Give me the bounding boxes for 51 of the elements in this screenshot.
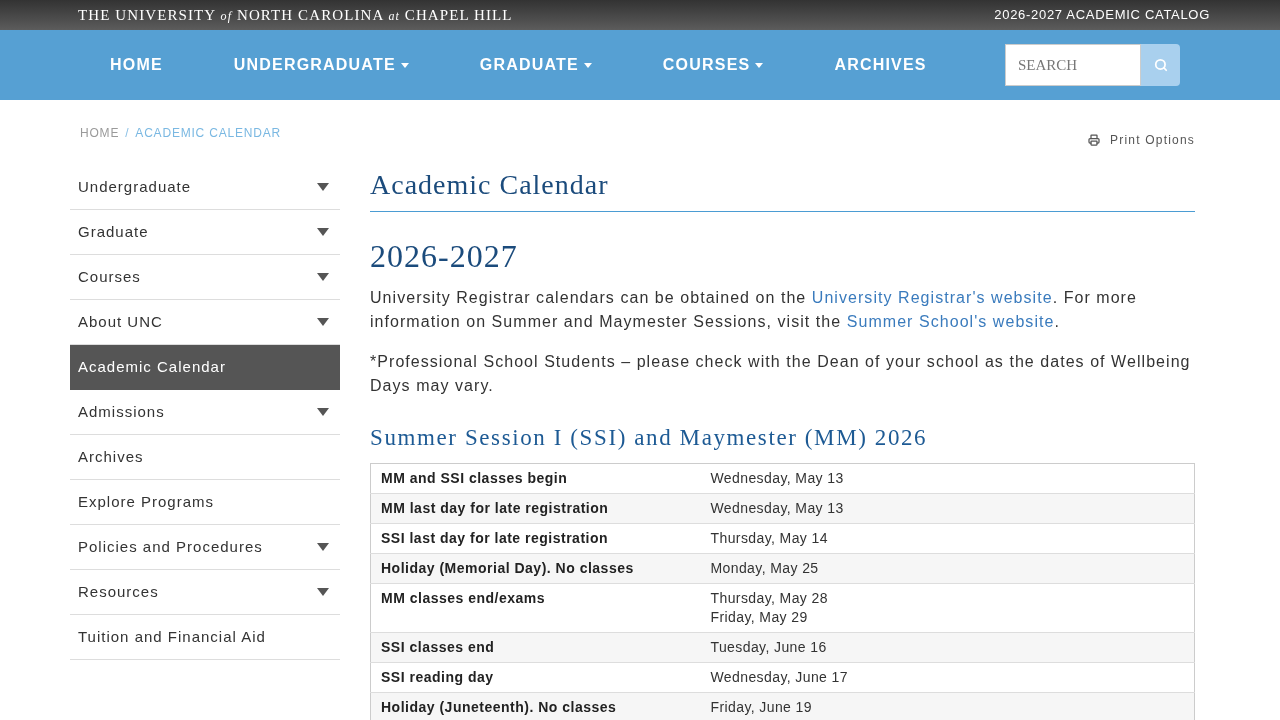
- table-cell: SSI classes end: [370, 632, 701, 663]
- sidebar-item[interactable]: Policies and Procedures: [70, 525, 340, 570]
- table-cell: MM classes end/exams: [370, 583, 701, 633]
- table-cell: Friday, June 19: [700, 692, 1195, 720]
- table-cell: MM and SSI classes begin: [370, 463, 701, 494]
- table-cell: Wednesday, June 17: [700, 662, 1195, 693]
- sidebar-item[interactable]: Graduate: [70, 210, 340, 255]
- caret-icon: [583, 62, 592, 68]
- table-cell: Wednesday, May 13: [700, 463, 1195, 494]
- breadcrumb-separator: /: [125, 125, 130, 141]
- body-paragraph: University Registrar calendars can be obtained on the University Registrar's website. For more information on Summer and Maymester Sessions, visit the Summer School's website.: [370, 288, 1138, 332]
- search-button[interactable]: [1141, 44, 1180, 86]
- sidebar-item[interactable]: Archives: [70, 435, 340, 480]
- sidebar-item[interactable]: Explore Programs: [70, 480, 340, 525]
- sidebar-item[interactable]: Tuition and Financial Aid: [70, 615, 340, 660]
- caret-icon: [317, 228, 329, 236]
- caret-icon: [317, 273, 329, 281]
- print-options-link[interactable]: Print Options: [1088, 132, 1195, 148]
- printer-icon: [1088, 134, 1101, 146]
- caret-icon: [317, 318, 329, 326]
- caret-icon: [317, 543, 329, 551]
- sidebar-item[interactable]: Admissions: [70, 390, 340, 435]
- search-icon: [1153, 58, 1168, 72]
- table-cell: MM last day for late registration: [370, 493, 701, 524]
- sidebar-item[interactable]: Undergraduate: [70, 165, 340, 210]
- table-cell: Monday, May 25: [700, 553, 1195, 584]
- text-link[interactable]: Summer School's website: [846, 313, 1055, 330]
- sidebar-item[interactable]: Courses: [70, 255, 340, 300]
- table-cell: SSI last day for late registration: [370, 523, 701, 554]
- text-link[interactable]: University Registrar's website: [811, 289, 1053, 306]
- sidebar-item[interactable]: Resources: [70, 570, 340, 615]
- table-cell: Thursday, May 28 Friday, May 29: [700, 583, 1195, 633]
- page-title: Academic Calendar: [370, 165, 1195, 212]
- table-cell: Tuesday, June 16: [700, 632, 1195, 663]
- caret-icon: [755, 62, 764, 68]
- table-cell: Wednesday, May 13: [700, 493, 1195, 524]
- sidebar-item[interactable]: Academic Calendar: [70, 345, 340, 390]
- caret-icon: [317, 183, 329, 191]
- body-paragraph: *Professional School Students – please check with the Dean of your school as the dates of Wellbeing Days may vary.: [370, 352, 1192, 396]
- table-cell: SSI reading day: [370, 662, 701, 693]
- section-heading: Summer Session I (SSI) and Maymester (MM) 2026: [370, 424, 929, 452]
- caret-icon: [317, 408, 329, 416]
- catalog-link[interactable]: 2026-2027 ACADEMIC CATALOG: [994, 5, 1210, 25]
- university-wordmark[interactable]: THE UNIVERSITY of NORTH CAROLINA at CHAPEL HILL: [78, 3, 513, 27]
- caret-icon: [317, 588, 329, 596]
- table-cell: Holiday (Memorial Day). No classes: [370, 553, 701, 584]
- search-field[interactable]: SEARCH: [1005, 44, 1141, 86]
- caret-icon: [400, 62, 409, 68]
- table-cell: Holiday (Juneteenth). No classes: [370, 692, 701, 720]
- year-heading: 2026-2027: [370, 237, 519, 276]
- table-cell: Thursday, May 14: [700, 523, 1195, 554]
